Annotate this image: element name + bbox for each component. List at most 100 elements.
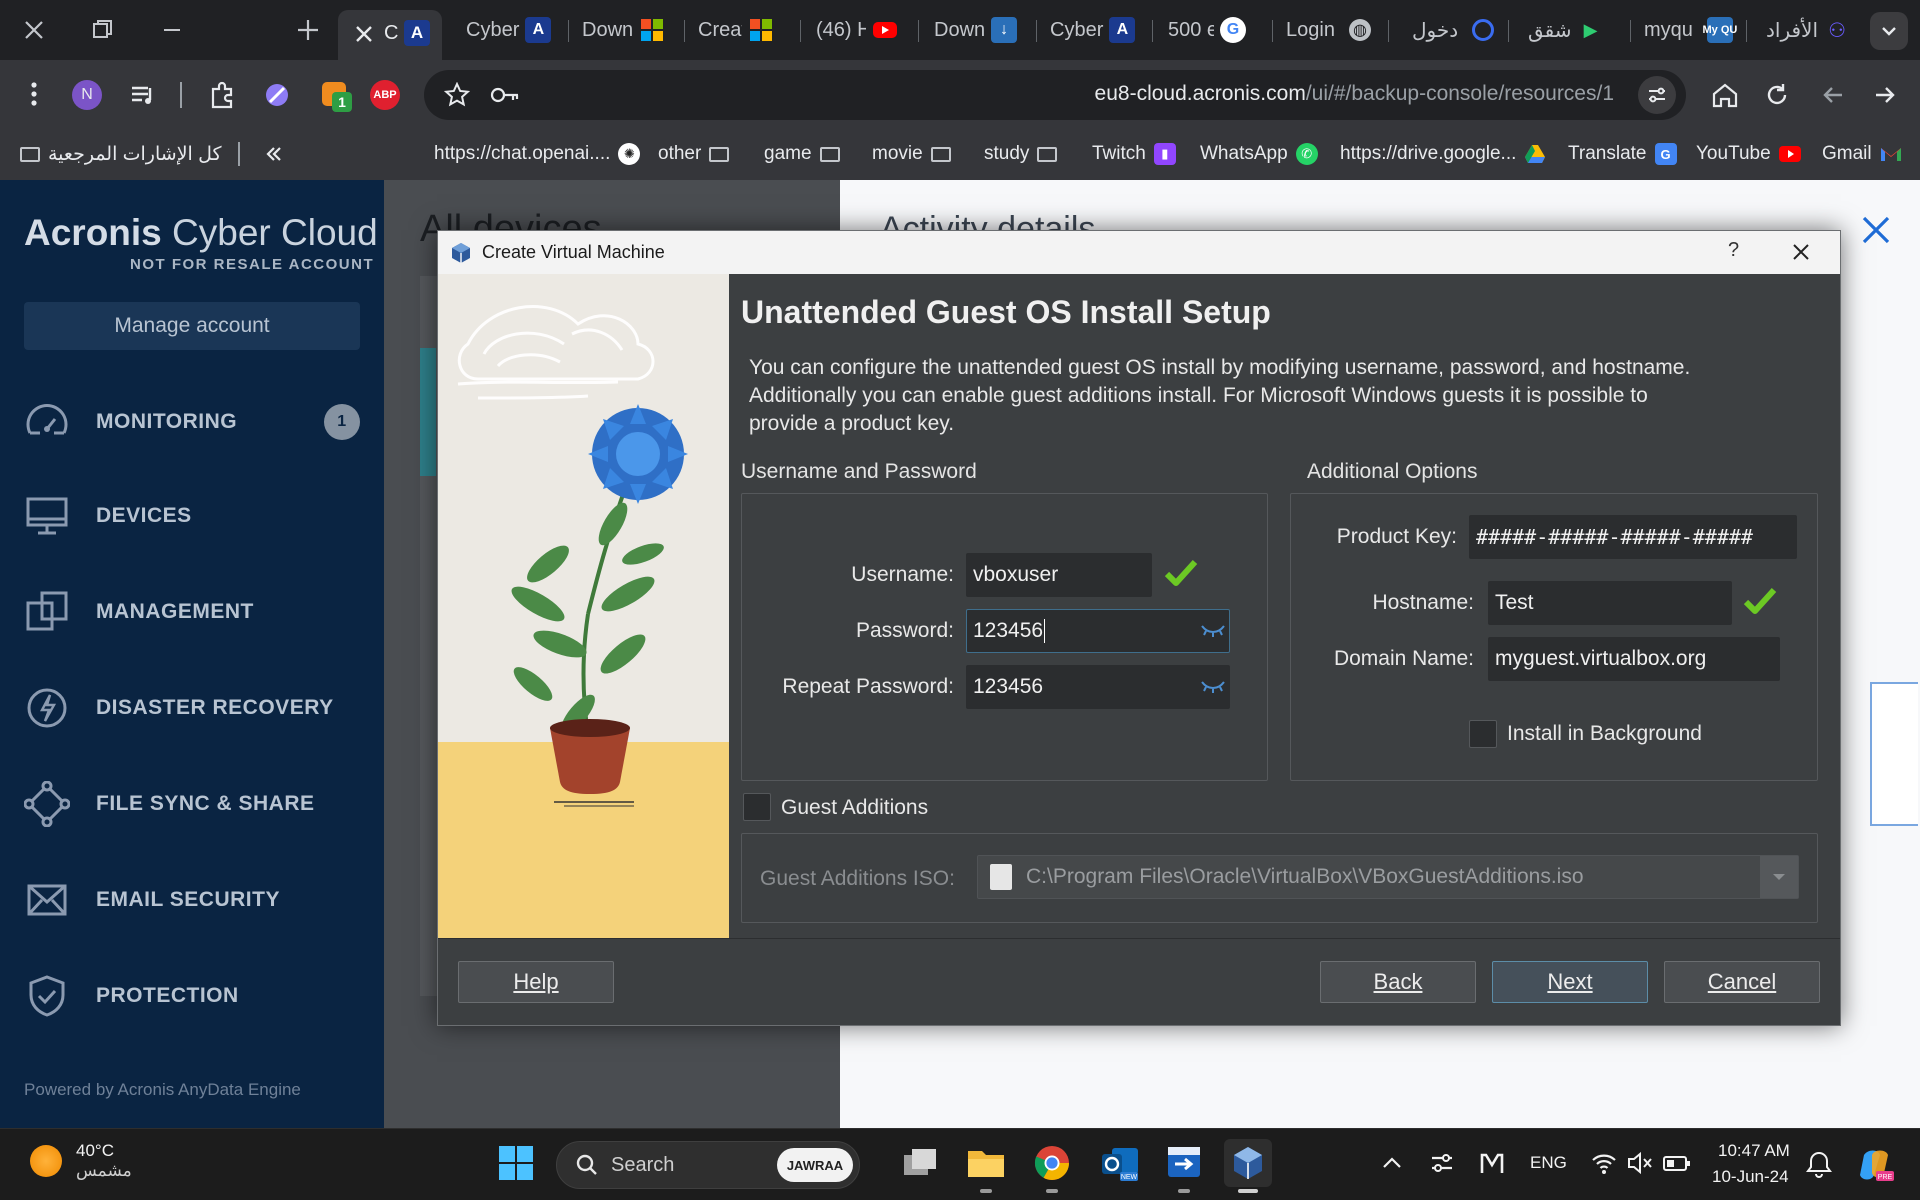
tab[interactable]: Create bbox=[698, 10, 798, 50]
show-repeat-password-icon[interactable] bbox=[1200, 678, 1226, 694]
product-key-field[interactable]: #####-#####-#####-##### bbox=[1469, 515, 1797, 559]
bookmark-folder[interactable]: other bbox=[658, 138, 730, 170]
clock-time[interactable]: 10:47 AM bbox=[1718, 1141, 1790, 1161]
bookmark-item[interactable]: https://chat.openai.... ✺ bbox=[434, 138, 641, 170]
notifications-icon[interactable] bbox=[1804, 1149, 1834, 1179]
remote-app-icon[interactable] bbox=[1160, 1139, 1208, 1193]
password-field[interactable]: 123456 bbox=[966, 609, 1230, 653]
back-button[interactable]: Back bbox=[1320, 961, 1476, 1003]
forward-arrow-icon[interactable] bbox=[1870, 80, 1900, 110]
sidebar-item-monitoring[interactable]: MONITORING 1 bbox=[24, 392, 364, 452]
hostname-field[interactable]: Test bbox=[1488, 581, 1732, 625]
address-bar[interactable]: eu8-cloud.acronis.com/ui/#/backup-consol… bbox=[424, 70, 1686, 120]
app-tray-icon[interactable] bbox=[1478, 1149, 1506, 1177]
copilot-icon[interactable]: PRE bbox=[1856, 1145, 1896, 1185]
tab-active[interactable]: C A bbox=[338, 10, 442, 60]
tab[interactable]: (46) H bbox=[816, 10, 916, 50]
cancel-button[interactable]: Cancel bbox=[1664, 961, 1820, 1003]
dialog-close-icon[interactable] bbox=[1788, 239, 1814, 265]
adblock-plus-icon[interactable]: ABP bbox=[370, 80, 400, 110]
bookmark-item[interactable]: Gmail bbox=[1822, 138, 1902, 170]
bookmark-item[interactable]: YouTube bbox=[1696, 138, 1801, 170]
virtualbox-icon[interactable] bbox=[1224, 1139, 1272, 1193]
chrome-icon[interactable] bbox=[1028, 1139, 1076, 1193]
bookmarks-overflow-icon[interactable] bbox=[264, 138, 284, 170]
tab[interactable]: Down ↓ bbox=[934, 10, 1034, 50]
sidebar-item-file-sync[interactable]: FILE SYNC & SHARE bbox=[24, 774, 364, 834]
extensions-icon[interactable] bbox=[208, 80, 238, 110]
tab[interactable]: Cyber A bbox=[466, 10, 566, 50]
domain-name-field[interactable]: myguest.virtualbox.org bbox=[1488, 637, 1780, 681]
volume-muted-icon[interactable] bbox=[1626, 1149, 1654, 1177]
install-background-label[interactable]: Install in Background bbox=[1507, 722, 1702, 746]
sidebar-item-email-security[interactable]: EMAIL SECURITY bbox=[24, 870, 364, 930]
weather-widget[interactable]: 40°C مشمس bbox=[30, 1141, 132, 1181]
show-password-icon[interactable] bbox=[1200, 622, 1226, 638]
manage-account-button[interactable]: Manage account bbox=[24, 302, 360, 350]
tab[interactable]: الأفراد ⚇ bbox=[1766, 10, 1866, 50]
back-arrow-icon[interactable] bbox=[1818, 80, 1848, 110]
sidebar-item-disaster-recovery[interactable]: DISASTER RECOVERY bbox=[24, 678, 364, 738]
next-button[interactable]: Next bbox=[1492, 961, 1648, 1003]
guest-additions-label[interactable]: Guest Additions bbox=[781, 796, 928, 820]
tab-search-icon[interactable] bbox=[1870, 12, 1908, 50]
outlook-new-icon[interactable]: NEW bbox=[1096, 1139, 1144, 1187]
tab[interactable]: myqu My QU bbox=[1644, 10, 1744, 50]
bookmark-item[interactable]: Translate G bbox=[1568, 138, 1677, 170]
dialog-help-icon[interactable]: ? bbox=[1728, 239, 1739, 262]
bookmark-item[interactable]: Twitch ▮ bbox=[1092, 138, 1176, 170]
site-settings-icon[interactable] bbox=[1638, 76, 1676, 114]
home-icon[interactable] bbox=[1710, 80, 1740, 110]
tab[interactable]: Cyber A bbox=[1050, 10, 1150, 50]
window-restore-icon[interactable] bbox=[90, 18, 114, 42]
windows-start-icon[interactable] bbox=[492, 1139, 540, 1187]
sidebar-item-management[interactable]: MANAGEMENT bbox=[24, 582, 364, 642]
battery-icon[interactable] bbox=[1662, 1149, 1692, 1177]
create-vm-dialog: Create Virtual Machine ? Unattended Gues… bbox=[437, 230, 1841, 1026]
iso-path-select[interactable]: C:\Program Files\Oracle\VirtualBox\VBoxG… bbox=[977, 855, 1799, 899]
blocker-extension-icon[interactable] bbox=[262, 80, 292, 110]
chevron-down-icon[interactable] bbox=[1760, 856, 1798, 898]
tab[interactable]: 500 eG bbox=[1168, 10, 1268, 50]
bookmark-folder[interactable]: movie bbox=[872, 138, 951, 170]
file-explorer-icon[interactable] bbox=[962, 1139, 1010, 1193]
tab[interactable]: Down bbox=[582, 10, 682, 50]
clock-date[interactable]: 10-Jun-24 bbox=[1712, 1167, 1789, 1187]
bookmark-item[interactable]: https://drive.google... bbox=[1340, 138, 1546, 170]
sidebar-item-protection[interactable]: PROTECTION bbox=[24, 966, 364, 1026]
sidebar-item-devices[interactable]: DEVICES bbox=[24, 486, 364, 546]
media-controls-icon[interactable] bbox=[128, 80, 158, 110]
window-minimize-icon[interactable] bbox=[160, 18, 184, 42]
tab-close-icon[interactable] bbox=[352, 22, 376, 46]
globe-icon: ◍ bbox=[1348, 19, 1371, 41]
menu-dots-icon[interactable] bbox=[20, 76, 48, 112]
bookmark-folder[interactable]: study bbox=[984, 138, 1058, 170]
close-panel-icon[interactable] bbox=[1858, 212, 1894, 248]
profile-avatar[interactable]: N bbox=[72, 80, 102, 110]
tab[interactable]: Login ◍ bbox=[1286, 10, 1386, 50]
new-tab-icon[interactable] bbox=[294, 16, 322, 44]
username-field[interactable]: vboxuser bbox=[966, 553, 1152, 597]
repeat-password-field[interactable]: 123456 bbox=[966, 665, 1230, 709]
tray-overflow-chevron-icon[interactable] bbox=[1380, 1151, 1404, 1175]
all-bookmarks[interactable]: كل الإشارات المرجعية bbox=[20, 138, 222, 170]
password-key-icon[interactable] bbox=[490, 82, 520, 108]
input-language[interactable]: ENG bbox=[1530, 1153, 1567, 1173]
reload-icon[interactable] bbox=[1762, 80, 1792, 110]
tab[interactable]: دخول bbox=[1412, 10, 1512, 50]
guest-additions-checkbox[interactable] bbox=[743, 793, 771, 821]
settings-tray-icon[interactable] bbox=[1428, 1149, 1456, 1177]
bookmark-item[interactable]: WhatsApp ✆ bbox=[1200, 138, 1318, 170]
task-view-icon[interactable] bbox=[896, 1139, 944, 1187]
bookmark-folder[interactable]: game bbox=[764, 138, 840, 170]
wizard-description: You can configure the unattended guest O… bbox=[749, 356, 1691, 435]
extension-with-badge-icon[interactable]: 1 bbox=[316, 76, 352, 112]
wifi-icon[interactable] bbox=[1590, 1149, 1618, 1177]
help-button[interactable]: Help bbox=[458, 961, 614, 1003]
management-icon bbox=[24, 589, 70, 635]
window-close-icon[interactable] bbox=[20, 16, 48, 44]
taskbar-search[interactable]: Search JAWRAA bbox=[556, 1141, 860, 1189]
install-background-checkbox[interactable] bbox=[1469, 720, 1497, 748]
bookmark-star-icon[interactable] bbox=[443, 81, 471, 108]
tab[interactable]: شقق ▶ bbox=[1528, 10, 1628, 50]
